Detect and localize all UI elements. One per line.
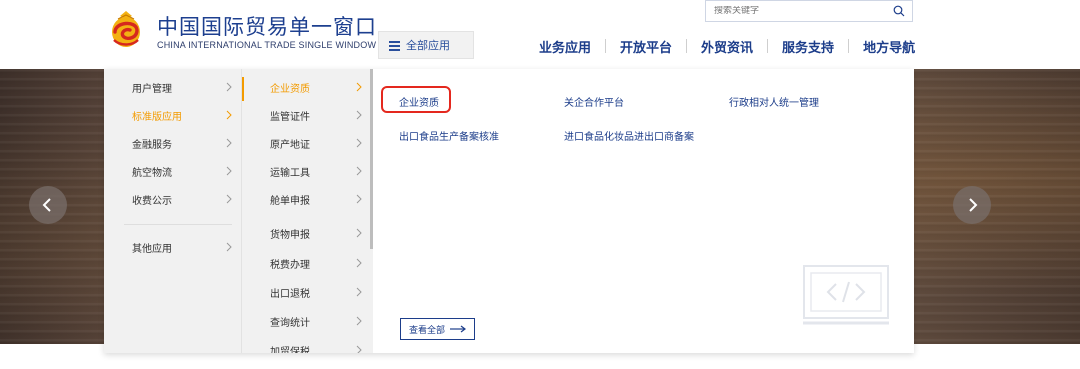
menu-item-label: 其他应用 bbox=[132, 243, 172, 255]
logo-emblem-icon[interactable] bbox=[106, 10, 146, 50]
submenu-item-tax-handling[interactable]: 税费办理 bbox=[270, 249, 362, 277]
top-navigation: 业务应用 开放平台 外贸资讯 服务支持 地方导航 bbox=[539, 36, 915, 56]
submenu-item-enterprise-qualification[interactable]: 企业资质 bbox=[270, 73, 362, 101]
chevron-right-icon bbox=[356, 194, 362, 204]
submenu-item-label: 企业资质 bbox=[270, 83, 310, 95]
menu-item-user-management[interactable]: 用户管理 bbox=[132, 73, 232, 101]
carousel-prev-button[interactable] bbox=[29, 186, 67, 224]
arrow-right-icon bbox=[969, 198, 978, 212]
menu-item-air-logistics[interactable]: 航空物流 bbox=[132, 157, 232, 185]
submenu-item-label: 加贸保税 bbox=[270, 346, 310, 354]
chevron-right-icon bbox=[356, 258, 362, 268]
search-input[interactable] bbox=[714, 6, 884, 16]
submenu-item-transport-vehicles[interactable]: 运输工具 bbox=[270, 157, 362, 185]
search-icon[interactable] bbox=[893, 5, 905, 17]
submenu-item-certificate-of-origin[interactable]: 原产地证 bbox=[270, 129, 362, 157]
code-icon bbox=[803, 265, 889, 325]
site-header: 中国国际贸易单一窗口 CHINA INTERNATIONAL TRADE SIN… bbox=[0, 0, 1080, 69]
chevron-right-icon bbox=[226, 242, 232, 252]
chevron-right-icon bbox=[226, 110, 232, 120]
menu-item-label: 用户管理 bbox=[132, 83, 172, 95]
link-administrative-counterpart-management[interactable]: 行政相对人统一管理 bbox=[729, 94, 819, 109]
menu-level3: 企业资质 关企合作平台 行政相对人统一管理 出口食品生产备案核准 进口食品化妆品… bbox=[373, 69, 914, 353]
chevron-right-icon bbox=[356, 166, 362, 176]
menu-item-standard-apps[interactable]: 标准版应用 bbox=[132, 101, 232, 129]
submenu-item-label: 查询统计 bbox=[270, 317, 310, 329]
chevron-right-icon bbox=[356, 287, 362, 297]
nav-separator bbox=[605, 39, 607, 53]
submenu-item-label: 运输工具 bbox=[270, 167, 310, 179]
menu-item-label: 航空物流 bbox=[132, 167, 172, 179]
menu-item-label: 收费公示 bbox=[132, 195, 172, 207]
chevron-right-icon bbox=[226, 166, 232, 176]
logo-subtitle: CHINA INTERNATIONAL TRADE SINGLE WINDOW bbox=[157, 40, 377, 50]
view-all-button[interactable]: 查看全部 bbox=[400, 318, 475, 340]
menu-item-fee-disclosure[interactable]: 收费公示 bbox=[132, 185, 232, 213]
menu-item-label: 金融服务 bbox=[132, 139, 172, 151]
menu-item-financial-services[interactable]: 金融服务 bbox=[132, 129, 232, 157]
chevron-right-icon bbox=[356, 345, 362, 353]
nav-business-apps[interactable]: 业务应用 bbox=[539, 37, 591, 56]
menu-level1: 用户管理 标准版应用 金融服务 航空物流 收费公示 其他应用 bbox=[104, 69, 241, 353]
all-apps-mega-menu: 用户管理 标准版应用 金融服务 航空物流 收费公示 其他应用 企业资质 监管证件… bbox=[104, 69, 914, 353]
menu-divider bbox=[124, 224, 232, 225]
link-export-food-production-filing[interactable]: 出口食品生产备案核准 bbox=[399, 128, 499, 143]
nav-open-platform[interactable]: 开放平台 bbox=[620, 37, 672, 56]
nav-local-navigation[interactable]: 地方导航 bbox=[863, 37, 915, 56]
menu-item-other-apps[interactable]: 其他应用 bbox=[132, 233, 232, 261]
link-enterprise-qualification[interactable]: 企业资质 bbox=[399, 94, 439, 109]
chevron-right-icon bbox=[356, 110, 362, 120]
nav-trade-news[interactable]: 外贸资讯 bbox=[701, 37, 753, 56]
chevron-right-icon bbox=[356, 82, 362, 92]
nav-separator bbox=[848, 39, 850, 53]
chevron-right-icon bbox=[356, 138, 362, 148]
chevron-right-icon bbox=[226, 82, 232, 92]
submenu-item-label: 税费办理 bbox=[270, 259, 310, 271]
nav-separator bbox=[686, 39, 688, 53]
submenu-item-export-tax-refund[interactable]: 出口退税 bbox=[270, 278, 362, 306]
chevron-right-icon bbox=[226, 194, 232, 204]
link-customs-enterprise-cooperation[interactable]: 关企合作平台 bbox=[564, 94, 624, 109]
menu-icon bbox=[389, 40, 400, 51]
submenu-item-goods-declaration[interactable]: 货物申报 bbox=[270, 219, 362, 247]
nav-service-support[interactable]: 服务支持 bbox=[782, 37, 834, 56]
search-box bbox=[705, 0, 913, 22]
submenu-item-manifest-declaration[interactable]: 舱单申报 bbox=[270, 185, 362, 213]
carousel-next-button[interactable] bbox=[953, 186, 991, 224]
menu-item-label: 标准版应用 bbox=[132, 111, 182, 123]
nav-separator bbox=[767, 39, 769, 53]
submenu-item-query-statistics[interactable]: 查询统计 bbox=[270, 307, 362, 335]
submenu-item-label: 原产地证 bbox=[270, 139, 310, 151]
menu-level2: 企业资质 监管证件 原产地证 运输工具 舱单申报 货物申报 税费办理 出口退税 bbox=[241, 69, 373, 353]
submenu-item-bonded-processing[interactable]: 加贸保税 bbox=[270, 336, 362, 353]
submenu-item-regulatory-certificates[interactable]: 监管证件 bbox=[270, 101, 362, 129]
all-apps-button[interactable]: 全部应用 bbox=[378, 31, 474, 59]
chevron-right-icon bbox=[226, 138, 232, 148]
logo-title[interactable]: 中国国际贸易单一窗口 bbox=[157, 11, 377, 41]
submenu-item-label: 货物申报 bbox=[270, 229, 310, 241]
chevron-right-icon bbox=[356, 316, 362, 326]
chevron-right-icon bbox=[356, 228, 362, 238]
all-apps-label: 全部应用 bbox=[406, 39, 450, 52]
view-all-label: 查看全部 bbox=[408, 325, 445, 336]
long-arrow-right-icon bbox=[450, 325, 466, 333]
active-indicator bbox=[242, 77, 244, 101]
link-import-food-cosmetics-filing[interactable]: 进口食品化妆品进出口商备案 bbox=[564, 128, 694, 143]
submenu-item-label: 出口退税 bbox=[270, 288, 310, 300]
submenu-item-label: 舱单申报 bbox=[270, 195, 310, 207]
submenu-item-label: 监管证件 bbox=[270, 111, 310, 123]
arrow-left-icon bbox=[42, 198, 51, 212]
